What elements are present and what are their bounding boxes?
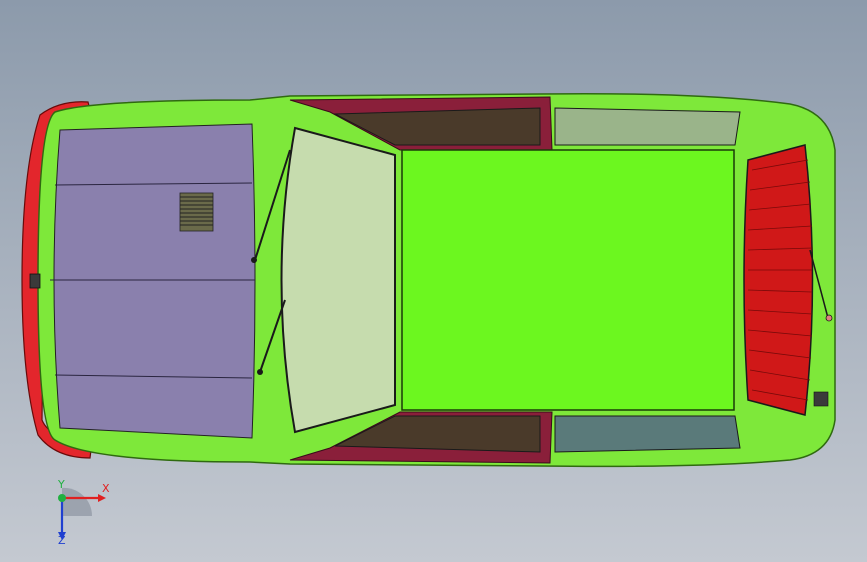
y-axis-label: Y <box>57 478 65 491</box>
windshield[interactable] <box>280 126 396 434</box>
rear-door-window-top[interactable] <box>554 107 741 146</box>
wiper-pivot <box>257 369 263 375</box>
z-axis-label: Z <box>58 534 66 547</box>
y-axis-point <box>58 494 66 502</box>
rear-badge <box>813 391 829 407</box>
rear-wiper-pivot <box>825 314 833 322</box>
x-axis-head <box>98 494 106 502</box>
triad-plane <box>62 487 93 516</box>
car-model-top-view[interactable] <box>0 0 867 562</box>
hood-panel[interactable] <box>53 123 256 439</box>
hood-vent <box>179 192 214 232</box>
roof-panel[interactable] <box>401 149 735 411</box>
axis-triad[interactable]: X Y Z <box>40 478 120 548</box>
rear-door-window-bottom[interactable] <box>554 415 741 453</box>
front-badge <box>29 273 41 289</box>
x-axis-label: X <box>102 482 110 495</box>
wiper-pivot <box>251 257 257 263</box>
3d-viewport[interactable]: X Y Z <box>0 0 867 562</box>
